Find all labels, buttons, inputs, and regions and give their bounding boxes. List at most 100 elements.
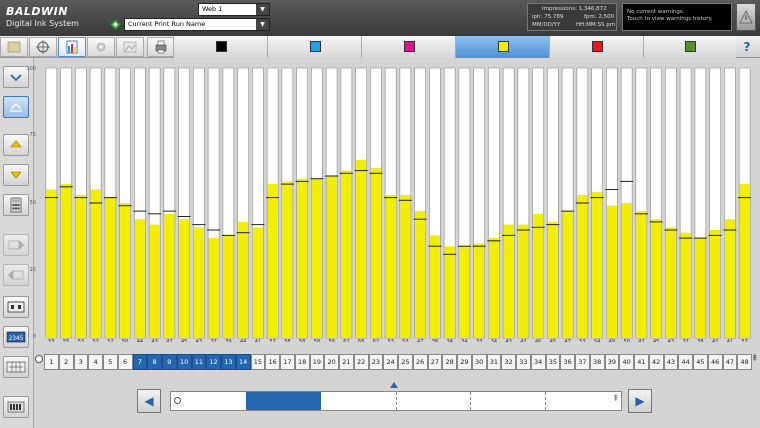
zone-button[interactable]: 21: [339, 354, 354, 370]
ink-key-bar[interactable]: [282, 181, 293, 338]
tab-ink-cyan[interactable]: [267, 36, 361, 58]
zone-button[interactable]: 40: [619, 354, 634, 370]
copy-profile-button[interactable]: [3, 296, 29, 318]
ink-key-bar[interactable]: [518, 224, 529, 338]
ink-key-bar[interactable]: [46, 189, 57, 339]
zone-button[interactable]: 18: [294, 354, 310, 370]
zone-button[interactable]: 44: [678, 354, 693, 370]
zone-button[interactable]: 35: [545, 354, 561, 370]
tab-ink-green[interactable]: [643, 36, 736, 58]
zone-button[interactable]: 39: [604, 354, 620, 370]
ink-key-bar[interactable]: [385, 194, 396, 338]
zone-button[interactable]: 24: [383, 354, 398, 370]
ink-key-bar[interactable]: [665, 227, 676, 338]
ink-key-bar[interactable]: [179, 219, 190, 338]
ink-key-bar[interactable]: [105, 197, 116, 338]
ink-key-bar[interactable]: [341, 170, 352, 338]
zone-button[interactable]: 47: [722, 354, 738, 370]
tab-ink-red[interactable]: [549, 36, 643, 58]
ink-key-bar[interactable]: [547, 221, 558, 338]
warnings-panel[interactable]: No current warnings. Touch to view warni…: [622, 3, 732, 31]
zone-button[interactable]: 38: [589, 354, 605, 370]
ink-key-bar[interactable]: [562, 211, 573, 338]
ink-key-bar[interactable]: [606, 205, 617, 338]
ink-key-bar[interactable]: [503, 224, 514, 338]
zone-button[interactable]: 43: [663, 354, 679, 370]
help-button[interactable]: ?: [739, 39, 755, 55]
ink-key-bar[interactable]: [193, 227, 204, 338]
ink-key-bar[interactable]: [267, 184, 278, 338]
zone-button[interactable]: 3: [73, 354, 89, 370]
zone-scroller[interactable]: ⇞: [170, 391, 622, 411]
ink-key-bar[interactable]: [208, 238, 219, 338]
tab-ink-yellow[interactable]: [455, 36, 549, 58]
zone-button[interactable]: 30: [471, 354, 487, 370]
ink-key-bar[interactable]: [459, 246, 470, 338]
ink-key-bar[interactable]: [592, 192, 603, 338]
zone-button[interactable]: 19: [309, 354, 325, 370]
zone-button[interactable]: 26: [412, 354, 428, 370]
ink-key-bar[interactable]: [636, 211, 647, 338]
zone-button[interactable]: 37: [575, 354, 590, 370]
ink-key-bar[interactable]: [724, 219, 735, 338]
keypad-button[interactable]: [3, 356, 29, 378]
zone-button[interactable]: 31: [486, 354, 502, 370]
ink-bars-view-button[interactable]: [58, 37, 86, 57]
expand-up-button[interactable]: [3, 96, 29, 118]
zone-button[interactable]: 23: [368, 354, 384, 370]
zone-button[interactable]: 5: [103, 354, 118, 370]
ink-key-bar[interactable]: [651, 219, 662, 338]
zone-button[interactable]: 46: [707, 354, 723, 370]
ink-key-bar[interactable]: [474, 243, 485, 339]
ink-key-bar[interactable]: [149, 224, 160, 338]
zone-button[interactable]: 20: [324, 354, 339, 370]
ink-key-bar[interactable]: [120, 203, 131, 338]
zone-button[interactable]: 48: [737, 354, 752, 370]
scroll-next-button[interactable]: ▶: [628, 389, 652, 413]
zone-button[interactable]: 9: [162, 354, 177, 370]
zone-button[interactable]: 42: [648, 354, 664, 370]
ink-key-bar[interactable]: [252, 227, 263, 338]
zone-button[interactable]: 7: [132, 354, 148, 370]
zone-button[interactable]: 36: [560, 354, 575, 370]
ink-key-bar[interactable]: [311, 178, 322, 338]
zone-button[interactable]: 14: [235, 354, 251, 370]
zone-button[interactable]: 33: [516, 354, 531, 370]
ink-key-bar[interactable]: [400, 194, 411, 338]
zone-button[interactable]: 8: [147, 354, 162, 370]
ink-key-bar[interactable]: [61, 184, 72, 338]
ink-key-bar[interactable]: [488, 238, 499, 338]
zone-button[interactable]: 12: [206, 354, 221, 370]
zone-button[interactable]: 27: [427, 354, 443, 370]
ink-key-bar[interactable]: [680, 232, 691, 338]
print-run-select[interactable]: Current Print Run Name ▼: [124, 18, 270, 31]
ink-key-bar[interactable]: [710, 230, 721, 338]
ink-key-bar[interactable]: [577, 194, 588, 338]
ink-key-bar[interactable]: [370, 167, 381, 338]
ink-key-bar[interactable]: [415, 211, 426, 338]
zone-button[interactable]: 22: [353, 354, 369, 370]
ink-key-bar[interactable]: [326, 176, 337, 338]
zone-button[interactable]: 4: [88, 354, 103, 370]
ink-key-bar[interactable]: [238, 221, 249, 338]
zone-button[interactable]: 41: [634, 354, 649, 370]
tab-ink-magenta[interactable]: [361, 36, 455, 58]
zone-button[interactable]: 2: [58, 354, 74, 370]
zone-button[interactable]: 45: [693, 354, 708, 370]
ink-key-bar[interactable]: [134, 219, 145, 338]
scroller-thumb[interactable]: [246, 392, 321, 410]
shift-right-button[interactable]: [3, 234, 29, 256]
zone-button[interactable]: 34: [530, 354, 546, 370]
ink-key-bar[interactable]: [75, 194, 86, 338]
zone-button[interactable]: 16: [265, 354, 280, 370]
disc-button[interactable]: [87, 37, 115, 57]
ink-key-bar[interactable]: [695, 238, 706, 338]
zone-button[interactable]: 13: [221, 354, 236, 370]
image-button[interactable]: [116, 37, 144, 57]
print-button[interactable]: [147, 37, 175, 57]
zone-button[interactable]: 6: [117, 354, 133, 370]
scroll-prev-button[interactable]: ◀: [137, 389, 161, 413]
ink-key-bar[interactable]: [297, 178, 308, 338]
zone-button[interactable]: 1: [44, 354, 59, 370]
ink-key-bar[interactable]: [164, 213, 175, 338]
